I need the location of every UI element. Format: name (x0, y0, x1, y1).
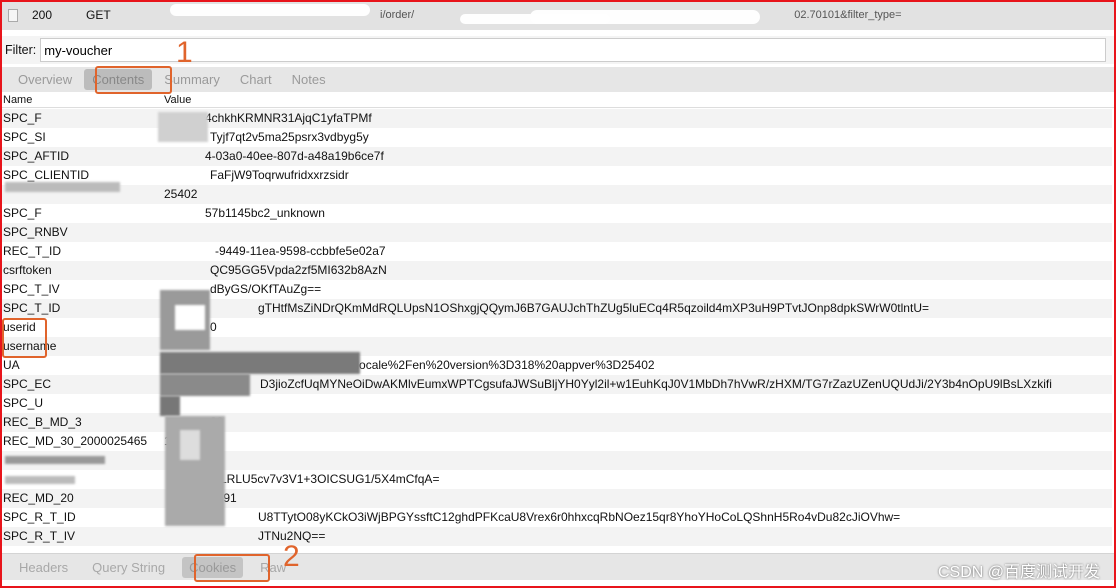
column-name[interactable]: Name (3, 94, 32, 106)
table-row[interactable]: SPC_F 57b1145bc2_unknown (0, 204, 1112, 223)
cookie-name: REC_B_MD_3 (3, 415, 82, 429)
cookie-name: SPC_U (3, 396, 44, 410)
cookie-name: SPC_SI (3, 130, 46, 144)
cookie-value: dByGS/OKfTAuZg== (210, 282, 322, 296)
cookie-name: REC_T_ID (3, 244, 62, 258)
annotation-box-contents (95, 66, 172, 94)
tab-chart[interactable]: Chart (232, 69, 280, 90)
column-value[interactable]: Value (164, 94, 191, 106)
cookie-value: U8TTytO08yKCkO3iWjBPGYssftC12ghdPFKcaU8V… (258, 510, 901, 524)
cookie-name: SPC_T_ID (3, 301, 61, 315)
request-row[interactable]: 200 GET i/order/02.70101&filter_type= (0, 0, 1116, 30)
watermark: CSDN @百度测试开发 (937, 564, 1100, 581)
document-icon (8, 8, 18, 22)
cookie-name: REC_MD_30_2000025465 (3, 434, 148, 448)
cookie-name: SPC_R_T_ID (3, 510, 76, 524)
table-row[interactable]: REC_T_ID -9449-11ea-9598-ccbbfe5e02a7 (0, 242, 1112, 261)
cookie-value: /eLRLU5cv7v3V1+3OICSUG1/5X4mCfqA= (210, 472, 440, 486)
cookie-name: UA (3, 358, 20, 372)
annotation-box-user-fields (2, 318, 47, 358)
cookie-name: SPC_F (3, 206, 42, 220)
tab-query-string[interactable]: Query String (85, 557, 172, 578)
cookie-value: 4chkhKRMNR31AjqC1yfaTPMf (205, 111, 372, 125)
cookie-name: REC_MD_20 (3, 491, 74, 505)
annotation-number-1: 1 (176, 36, 193, 69)
table-row[interactable]: SPC_RNBV (0, 223, 1112, 242)
tab-overview[interactable]: Overview (10, 69, 80, 90)
table-row[interactable]: SPC_AFTID 4-03a0-40ee-807d-a48a19b6ce7f (0, 147, 1112, 166)
cookie-value: FaFjW9Toqrwufridxxrzsidr (210, 168, 349, 182)
cookie-value: QC95GG5Vpda2zf5MI632b8AzN (210, 263, 387, 277)
cookie-value: 0 (210, 320, 217, 334)
cookie-value: gTHtfMsZiNDrQKmMdRQLUpsN1OShxgjQQymJ6B7G… (258, 301, 929, 315)
table-row[interactable]: 25402 (0, 185, 1112, 204)
cookie-name: SPC_T_IV (3, 282, 60, 296)
status-code: 200 (32, 8, 53, 22)
table-row[interactable]: csrftoken QC95GG5Vpda2zf5MI632b8AzN (0, 261, 1112, 280)
cookie-name: SPC_RNBV (3, 225, 68, 239)
filter-bar: Filter: (0, 36, 1116, 64)
cookie-value: 20locale%2Fen%20version%3D318%20appver%3… (343, 358, 655, 372)
cookie-value: 4-03a0-40ee-807d-a48a19b6ce7f (205, 149, 384, 163)
cookie-value: -9449-11ea-9598-ccbbfe5e02a7 (215, 244, 386, 258)
annotation-box-cookies (194, 554, 270, 582)
tab-headers[interactable]: Headers (12, 557, 75, 578)
filter-input[interactable] (40, 38, 1107, 62)
cookie-value: 57b1145bc2_unknown (205, 206, 325, 220)
filter-label: Filter: (5, 43, 37, 57)
cookie-value: D3jioZcfUqMYNeOiDwAKMlvEumxWPTCgsufaJWSu… (260, 377, 1052, 391)
cookie-name: SPC_F (3, 111, 42, 125)
tab-notes[interactable]: Notes (284, 69, 334, 90)
cookie-name: csrftoken (3, 263, 52, 277)
http-method: GET (86, 8, 111, 22)
cookie-value: 25402 (164, 187, 198, 201)
cookie-name: SPC_CLIENTID (3, 168, 90, 182)
table-row[interactable]: SPC_CLIENTID FaFjW9Toqrwufridxxrzsidr (0, 166, 1112, 185)
cookie-value: Tyjf7qt2v5ma25psrx3vdbyg5y (210, 130, 369, 144)
cookie-name: SPC_EC (3, 377, 52, 391)
table-header: Name Value (0, 93, 1116, 108)
table-row[interactable]: SPC_R_T_IV JTNu2NQ== (0, 527, 1112, 546)
annotation-number-2: 2 (283, 540, 300, 573)
cookie-name: SPC_AFTID (3, 149, 70, 163)
cookie-name: SPC_R_T_IV (3, 529, 76, 543)
